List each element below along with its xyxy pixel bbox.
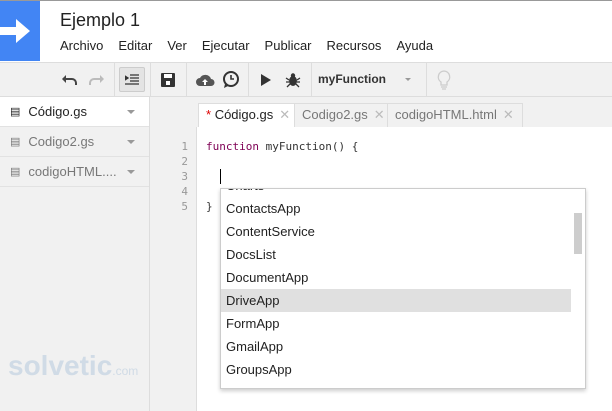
arrow-right-icon (0, 19, 30, 43)
run-icon[interactable] (256, 63, 276, 96)
autocomplete-item[interactable]: GroupsApp (221, 358, 571, 381)
autocomplete-item-selected[interactable]: DriveApp (221, 289, 571, 312)
menu-archivo[interactable]: Archivo (60, 38, 103, 53)
top-border (0, 0, 612, 1)
menu-ejecutar[interactable]: Ejecutar (202, 38, 250, 53)
file-item-codigo[interactable]: ▤ Código.gs (0, 97, 149, 127)
scrollbar-thumb[interactable] (574, 213, 582, 254)
file-menu-caret-icon[interactable] (127, 170, 135, 178)
tab-codigo[interactable]: * Código.gs ✕ (198, 103, 300, 127)
close-tab-icon[interactable]: ✕ (503, 107, 514, 122)
autocomplete-item[interactable]: ContentService (221, 220, 571, 243)
line-numbers: 12345 (181, 140, 188, 213)
autocomplete-item[interactable]: ContactsApp (221, 197, 571, 220)
document-icon: ▤ (10, 106, 21, 118)
cloud-upload-icon[interactable] (193, 63, 217, 96)
document-icon: ▤ (10, 166, 21, 178)
file-menu-caret-icon[interactable] (127, 140, 135, 148)
toolbar: myFunction (0, 62, 612, 97)
chevron-down-icon[interactable] (405, 78, 411, 84)
autocomplete-item[interactable]: FormApp (221, 312, 571, 335)
autocomplete-item[interactable]: DocsList (221, 243, 571, 266)
menu-editar[interactable]: Editar (118, 38, 152, 53)
close-tab-icon[interactable]: ✕ (279, 107, 290, 122)
app-logo[interactable] (0, 1, 40, 61)
menu-bar: Archivo Editar Ver Ejecutar Publicar Rec… (60, 38, 433, 53)
file-item-codigohtml[interactable]: ▤ codigoHTML.... (0, 157, 149, 187)
unsaved-indicator: * (206, 107, 212, 122)
editor-tabs: * Código.gs ✕ Codigo2.gs ✕ codigoHTML.html… (160, 97, 612, 127)
function-select[interactable]: myFunction (318, 63, 386, 96)
menu-publicar[interactable]: Publicar (265, 38, 312, 53)
autocomplete-dropdown: Charts ContactsApp ContentService DocsLi… (220, 188, 586, 389)
menu-recursos[interactable]: Recursos (327, 38, 382, 53)
text-cursor (220, 169, 221, 184)
menu-ayuda[interactable]: Ayuda (396, 38, 433, 53)
autocomplete-item[interactable]: Charts (221, 189, 571, 197)
tab-codigo2[interactable]: Codigo2.gs ✕ (294, 103, 394, 127)
redo-icon[interactable] (86, 63, 106, 96)
autocomplete-item[interactable]: GmailApp (221, 335, 571, 358)
debug-bug-icon[interactable] (282, 63, 304, 96)
watermark: solvetic.com (8, 350, 139, 381)
save-icon[interactable] (158, 63, 178, 96)
file-item-codigo2[interactable]: ▤ Codigo2.gs (0, 127, 149, 157)
menu-ver[interactable]: Ver (167, 38, 187, 53)
document-icon: ▤ (10, 136, 21, 148)
project-title[interactable]: Ejemplo 1 (60, 10, 140, 31)
lightbulb-icon[interactable] (434, 63, 454, 96)
tab-codigohtml[interactable]: codigoHTML.html ✕ (387, 103, 523, 127)
clock-trigger-icon[interactable] (220, 63, 242, 96)
undo-icon[interactable] (60, 63, 80, 96)
autocomplete-item[interactable]: DocumentApp (221, 266, 571, 289)
indent-icon[interactable] (119, 67, 145, 92)
autocomplete-item[interactable]: GroupsManager (221, 381, 571, 388)
file-menu-caret-icon[interactable] (127, 110, 135, 118)
close-tab-icon[interactable]: ✕ (374, 107, 385, 122)
